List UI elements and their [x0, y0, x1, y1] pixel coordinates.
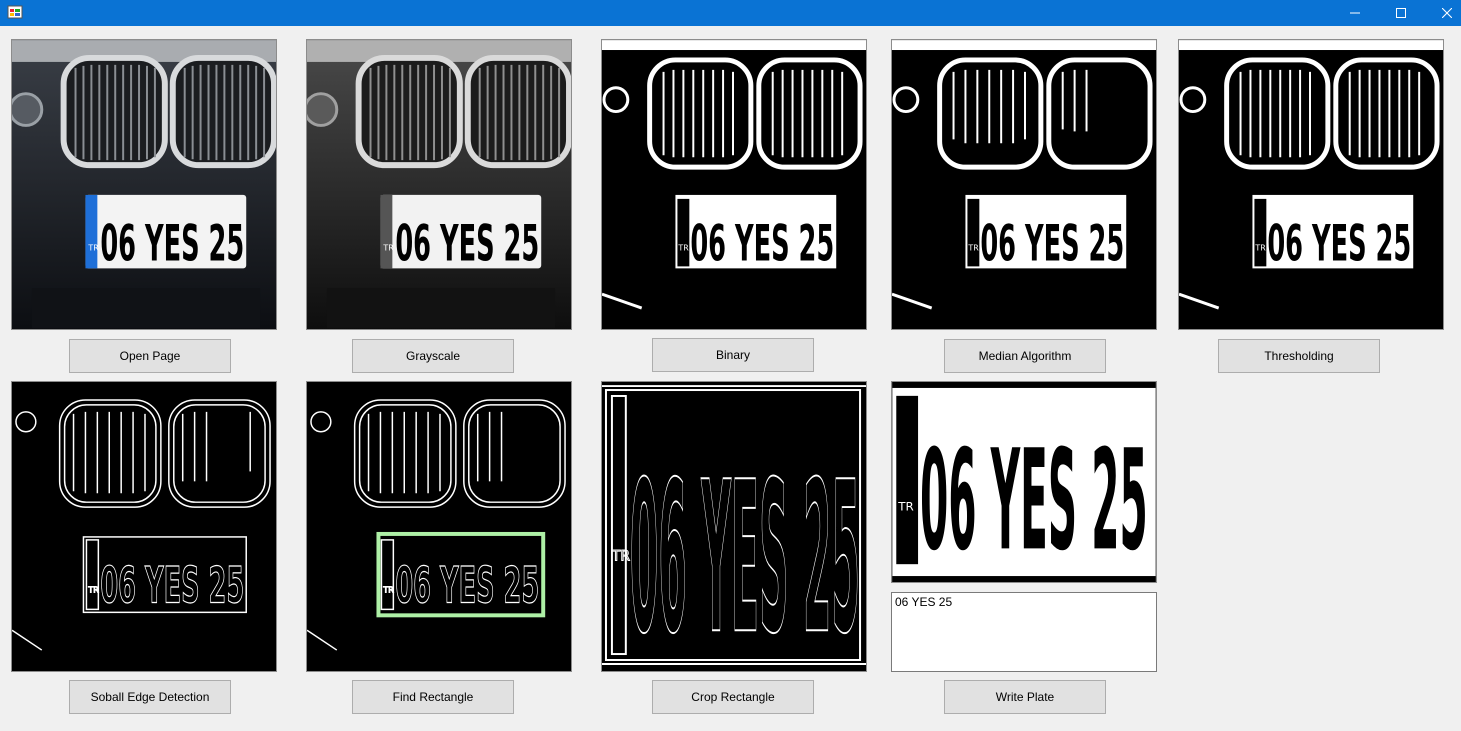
plate-text: 06 YES 25 — [690, 214, 834, 272]
plate-text: 06 YES 25 — [980, 214, 1124, 272]
plate-text: 06 YES 25 — [395, 556, 539, 614]
sobel-edge-image: TR 06 YES 25 — [12, 382, 276, 671]
app-icon — [7, 4, 23, 20]
binary-car-image: TR 06 YES 25 — [602, 40, 866, 329]
plate-country-code: TR — [897, 500, 914, 514]
close-icon — [1442, 8, 1452, 18]
plate-text: 06 YES 25 — [920, 419, 1148, 581]
thresholding-button[interactable]: Thresholding — [1218, 339, 1380, 373]
sobel-edge-detection-button[interactable]: Soball Edge Detection — [69, 680, 231, 714]
plate-country-code: TR — [87, 586, 99, 595]
find-rectangle-image: TR 06 YES 25 — [307, 382, 571, 671]
title-bar — [0, 0, 1461, 26]
crop-rectangle-button[interactable]: Crop Rectangle — [652, 680, 814, 714]
maximize-button[interactable] — [1378, 0, 1424, 26]
minimize-button[interactable] — [1332, 0, 1378, 26]
plate-text: 06 YES 25 — [630, 438, 860, 671]
original-car-image: TR 06 YES 25 — [12, 40, 276, 329]
plate-country-code: TR — [382, 244, 394, 253]
plate-country-code: TR — [677, 244, 689, 253]
crop-rectangle-image-box: TR 06 YES 25 — [601, 381, 867, 672]
median-image-box: TR 06 YES 25 — [891, 39, 1157, 330]
sobel-image-box: TR 06 YES 25 — [11, 381, 277, 672]
plate-result-image: TR 06 YES 25 — [892, 382, 1156, 582]
write-plate-button[interactable]: Write Plate — [944, 680, 1106, 714]
threshold-car-image: TR 06 YES 25 — [1179, 40, 1443, 329]
median-algorithm-button[interactable]: Median Algorithm — [944, 339, 1106, 373]
plate-country-code: TR — [611, 549, 630, 565]
recognized-plate-textbox[interactable]: 06 YES 25 — [891, 592, 1157, 672]
binary-button[interactable]: Binary — [652, 338, 814, 372]
plate-country-code: TR — [382, 586, 394, 595]
maximize-icon — [1396, 8, 1406, 18]
plate-text: 06 YES 25 — [395, 214, 539, 272]
grayscale-image-box: TR 06 YES 25 — [306, 39, 572, 330]
grayscale-button[interactable]: Grayscale — [352, 339, 514, 373]
plate-country-code: TR — [87, 244, 99, 253]
plate-text: 06 YES 25 — [1267, 214, 1411, 272]
minimize-icon — [1350, 8, 1360, 18]
plate-country-code: TR — [1254, 244, 1266, 253]
find-rectangle-image-box: TR 06 YES 25 — [306, 381, 572, 672]
threshold-image-box: TR 06 YES 25 — [1178, 39, 1444, 330]
binary-image-box: TR 06 YES 25 — [601, 39, 867, 330]
find-rectangle-button[interactable]: Find Rectangle — [352, 680, 514, 714]
plate-country-code: TR — [967, 244, 979, 253]
plate-text: 06 YES 25 — [100, 214, 244, 272]
close-button[interactable] — [1424, 0, 1461, 26]
grayscale-car-image: TR 06 YES 25 — [307, 40, 571, 329]
open-page-button[interactable]: Open Page — [69, 339, 231, 373]
plate-text: 06 YES 25 — [100, 556, 244, 614]
write-plate-image-box: TR 06 YES 25 — [891, 381, 1157, 583]
median-car-image: TR 06 YES 25 — [892, 40, 1156, 329]
cropped-plate-image: TR 06 YES 25 — [602, 382, 866, 671]
original-image-box: TR 06 YES 25 — [11, 39, 277, 330]
